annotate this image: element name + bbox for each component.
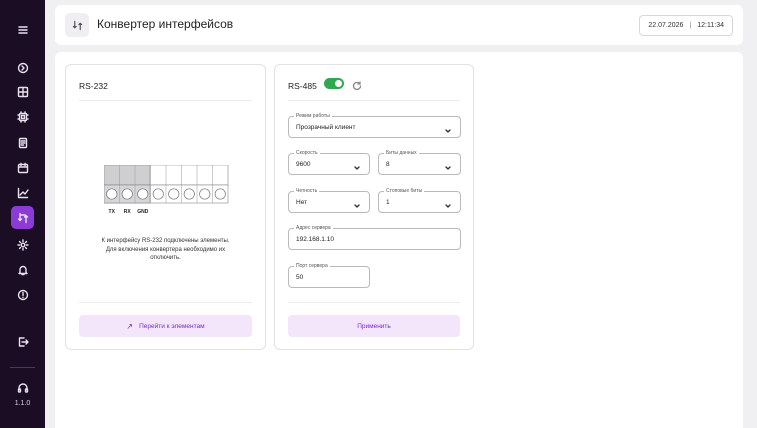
sidebar: 1.1.0: [0, 0, 45, 428]
speed-value: 9600: [296, 161, 311, 168]
card-divider: [79, 100, 252, 101]
apply-button[interactable]: Применить: [288, 315, 460, 337]
go-to-elements-label: Перейти к элементам: [139, 322, 205, 330]
bell-icon[interactable]: [11, 258, 34, 281]
cpu-icon[interactable]: [11, 105, 34, 128]
data-bits-select[interactable]: Биты данных 8: [378, 149, 461, 175]
current-time: 12:11:34: [697, 22, 724, 29]
rs232-caption: К интерфейсу RS-232 подключены элементы.…: [76, 237, 255, 263]
server-port-value: 50: [296, 274, 304, 281]
caption-line: К интерфейсу RS-232 подключены элементы.: [101, 238, 230, 244]
mode-value: Прозрачный клиент: [296, 124, 356, 131]
card-divider: [288, 302, 460, 303]
rs232-card: RS-232 TX RX GND К интерфейсу RS-232 под…: [65, 64, 266, 350]
menu-icon[interactable]: [11, 18, 34, 41]
stop-bits-select[interactable]: Стоповые биты 1: [378, 187, 461, 213]
datetime-separator: |: [689, 22, 692, 29]
converter-icon[interactable]: [11, 206, 34, 229]
dashboard-icon[interactable]: [11, 56, 34, 79]
chart-icon[interactable]: [11, 181, 34, 204]
chevron-down-icon: [353, 197, 361, 208]
parity-select[interactable]: Четность Нет: [288, 187, 370, 213]
mode-label: Режим работы: [294, 112, 332, 120]
logout-icon[interactable]: [11, 330, 34, 353]
converter-icon: [65, 13, 89, 37]
calendar-icon[interactable]: [11, 156, 34, 179]
grid-icon[interactable]: [11, 80, 34, 103]
server-address-value: 192.168.1.10: [296, 236, 334, 243]
chevron-down-icon: [444, 197, 452, 208]
page-title: Конвертер интерфейсов: [97, 17, 234, 31]
server-port-label: Порт сервера: [294, 262, 330, 270]
speed-select[interactable]: Скорость 9600: [288, 149, 370, 175]
rs485-title: RS-485: [288, 81, 317, 91]
speed-label: Скорость: [294, 149, 320, 157]
server-address-field[interactable]: Адрес сервера 192.168.1.10: [288, 224, 461, 250]
headset-icon[interactable]: [11, 376, 34, 399]
scrollbar-track[interactable]: [743, 52, 757, 428]
pin-label-tx: TX: [109, 209, 116, 215]
mode-select[interactable]: Режим работы Прозрачный клиент: [288, 112, 461, 138]
app-version: 1.1.0: [14, 400, 31, 407]
main-content: RS-232 TX RX GND К интерфейсу RS-232 под…: [55, 52, 743, 428]
server-port-field[interactable]: Порт сервера 50: [288, 262, 370, 288]
page-header: Конвертер интерфейсов 22.07.2026 | 12:11…: [55, 5, 743, 45]
caption-line: отключить.: [150, 255, 181, 261]
rs485-card: RS-485 Режим работы Прозрачный клиент Ск…: [274, 64, 474, 350]
settings-icon[interactable]: [11, 233, 34, 256]
terminal-block-diagram: TX RX GND: [104, 165, 229, 215]
chevron-down-icon: [353, 159, 361, 170]
card-divider: [288, 100, 460, 101]
apply-label: Применить: [357, 322, 391, 330]
rs485-enable-toggle[interactable]: [324, 78, 344, 89]
document-icon[interactable]: [11, 131, 34, 154]
datetime-display: 22.07.2026 | 12:11:34: [639, 15, 733, 36]
go-to-elements-button[interactable]: ↗ Перейти к элементам: [79, 315, 252, 337]
parity-value: Нет: [296, 199, 308, 206]
arrow-up-right-icon: ↗: [126, 321, 134, 331]
card-divider: [79, 302, 252, 303]
stop-bits-value: 1: [386, 199, 390, 206]
parity-label: Четность: [294, 187, 320, 195]
data-bits-value: 8: [386, 161, 390, 168]
pin-label-gnd: GND: [137, 209, 149, 215]
data-bits-label: Биты данных: [384, 149, 419, 157]
caption-line: Для включения конвертера необходимо их: [105, 246, 226, 253]
rs232-title: RS-232: [79, 81, 108, 91]
chevron-down-icon: [444, 122, 452, 133]
server-address-label: Адрес сервера: [294, 224, 333, 232]
stop-bits-label: Стоповые биты: [384, 187, 425, 195]
chevron-down-icon: [444, 159, 452, 170]
sidebar-divider: [10, 367, 35, 368]
info-icon[interactable]: [11, 283, 34, 306]
pin-label-rx: RX: [124, 209, 132, 215]
current-date: 22.07.2026: [648, 22, 684, 29]
refresh-icon[interactable]: [352, 78, 363, 91]
